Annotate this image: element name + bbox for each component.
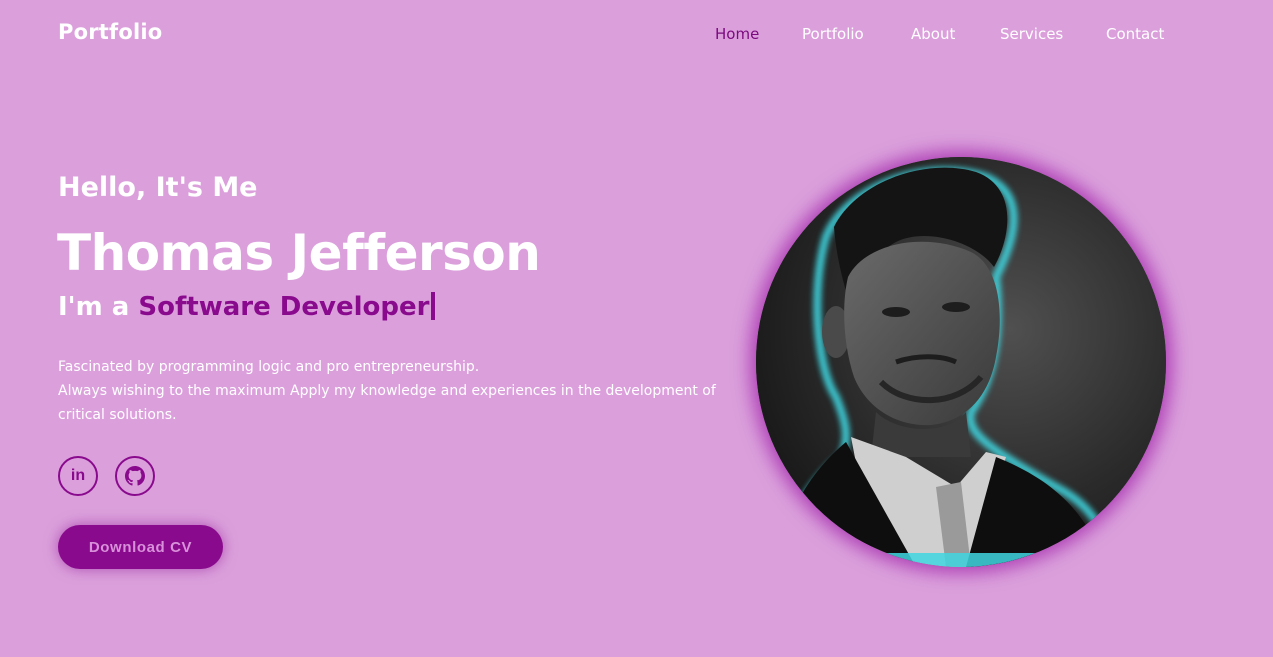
nav-about[interactable]: About (911, 25, 955, 43)
nav-home[interactable]: Home (715, 25, 759, 43)
github-link[interactable] (115, 456, 155, 496)
role-highlight: Software Developer (138, 292, 430, 322)
nav-portfolio[interactable]: Portfolio (802, 25, 864, 43)
github-icon (125, 466, 145, 486)
download-cv-button[interactable]: Download CV (58, 525, 223, 569)
description-line-2: Always wishing to the maximum Apply my k… (58, 383, 716, 423)
linkedin-link[interactable]: in (58, 456, 98, 496)
profile-photo (756, 157, 1166, 567)
site-header: Portfolio Home Portfolio About Services … (0, 0, 1273, 70)
hero-description: Fascinated by programming logic and pro … (58, 355, 738, 427)
profile-portrait (756, 157, 1166, 567)
linkedin-icon: in (70, 467, 86, 484)
description-line-1: Fascinated by programming logic and pro … (58, 359, 480, 375)
hero-role: I'm a Software Developer (58, 292, 436, 322)
main-nav: Home Portfolio About Services Contact (0, 25, 1273, 45)
hero-name: Thomas Jefferson (57, 224, 541, 282)
role-prefix: I'm a (58, 292, 139, 322)
hero-greeting: Hello, It's Me (58, 172, 258, 203)
nav-contact[interactable]: Contact (1106, 25, 1164, 43)
typing-cursor (431, 292, 436, 320)
nav-services[interactable]: Services (1000, 25, 1063, 43)
